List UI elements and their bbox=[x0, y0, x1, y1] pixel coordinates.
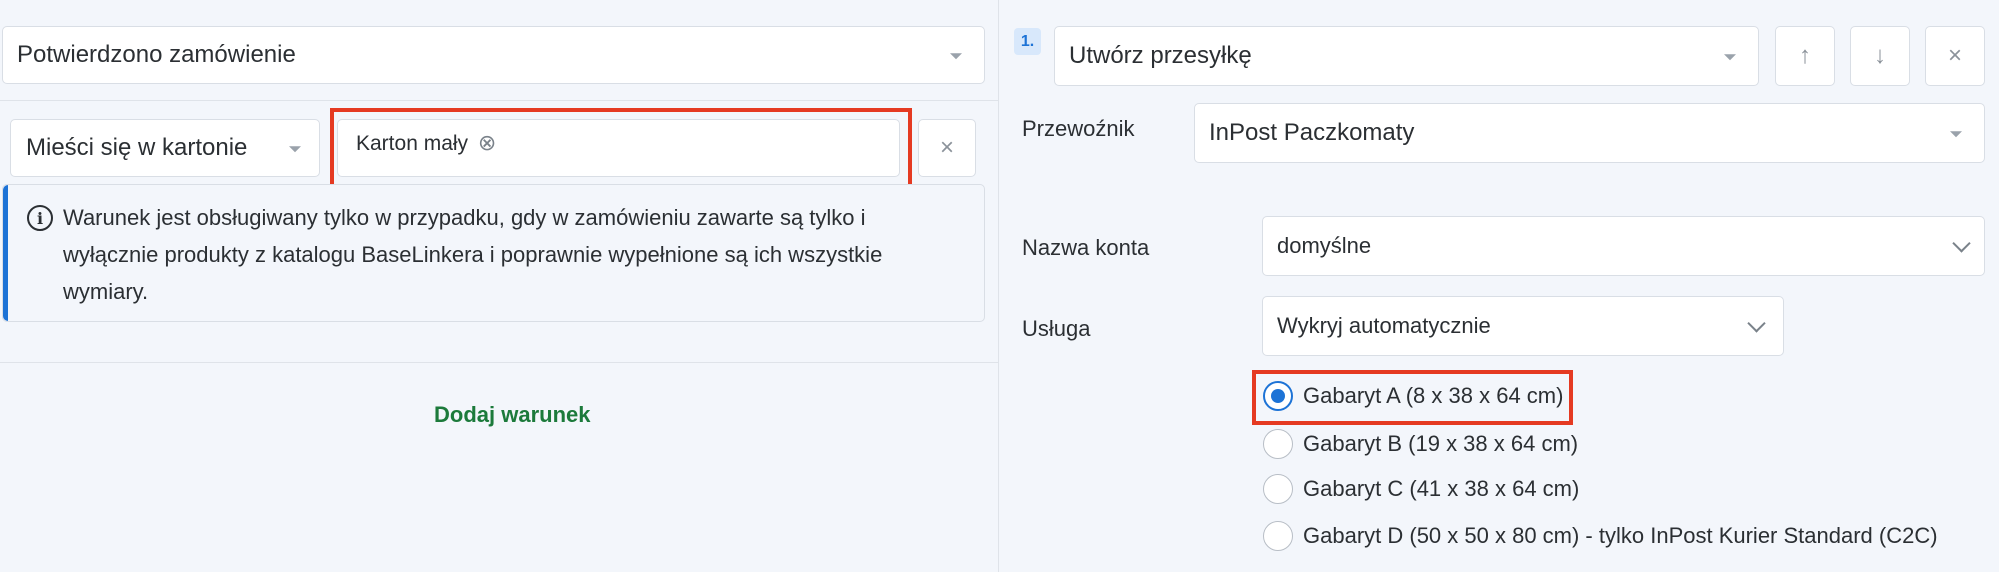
info-line: wyłącznie produkty z katalogu BaseLinker… bbox=[63, 242, 883, 267]
size-c-radio[interactable] bbox=[1263, 474, 1293, 504]
remove-action-button[interactable]: × bbox=[1925, 26, 1985, 86]
move-up-button[interactable]: ↑ bbox=[1775, 26, 1835, 86]
highlight-box bbox=[1252, 370, 1573, 425]
trigger-select-value: Potwierdzono zamówienie bbox=[17, 41, 296, 68]
action-select-value: Utwórz przesyłkę bbox=[1069, 42, 1252, 69]
info-box: i Warunek jest obsługiwany tylko w przyp… bbox=[2, 184, 985, 322]
divider bbox=[0, 100, 998, 101]
caret-down-icon bbox=[950, 53, 962, 60]
highlight-box bbox=[330, 108, 912, 190]
service-select[interactable]: Wykryj automatycznie bbox=[1262, 296, 1784, 356]
close-icon: × bbox=[1947, 42, 1962, 69]
trigger-select[interactable]: Potwierdzono zamówienie bbox=[2, 26, 985, 84]
condition-type-select[interactable]: Mieści się w kartonie bbox=[10, 119, 320, 177]
account-select[interactable]: domyślne bbox=[1262, 216, 1985, 276]
info-accent bbox=[3, 185, 8, 321]
info-icon: i bbox=[27, 205, 53, 231]
size-d-label[interactable]: Gabaryt D (50 x 50 x 80 cm) - tylko InPo… bbox=[1303, 523, 1938, 549]
size-b-label[interactable]: Gabaryt B (19 x 38 x 64 cm) bbox=[1303, 431, 1578, 457]
remove-condition-button[interactable]: × bbox=[918, 119, 976, 177]
size-c-label[interactable]: Gabaryt C (41 x 38 x 64 cm) bbox=[1303, 476, 1579, 502]
carrier-select-value: InPost Paczkomaty bbox=[1209, 119, 1415, 146]
caret-down-icon bbox=[1950, 131, 1962, 138]
caret-down-icon bbox=[289, 146, 301, 153]
info-text: Warunek jest obsługiwany tylko w przypad… bbox=[63, 199, 963, 310]
move-down-button[interactable]: ↓ bbox=[1850, 26, 1910, 86]
divider bbox=[0, 362, 998, 363]
carrier-label: Przewoźnik bbox=[1022, 116, 1135, 141]
condition-type-value: Mieści się w kartonie bbox=[26, 134, 248, 161]
chevron-down-icon bbox=[1952, 234, 1971, 253]
account-select-value: domyślne bbox=[1277, 233, 1372, 258]
account-label: Nazwa konta bbox=[1022, 235, 1150, 260]
info-line: wymiary. bbox=[63, 279, 149, 304]
close-icon: × bbox=[939, 134, 954, 161]
action-select[interactable]: Utwórz przesyłkę bbox=[1054, 26, 1759, 86]
arrow-up-icon: ↑ bbox=[1799, 42, 1811, 69]
info-line: Warunek jest obsługiwany tylko w przypad… bbox=[63, 205, 866, 230]
caret-down-icon bbox=[1724, 54, 1736, 61]
service-label: Usługa bbox=[1022, 316, 1091, 341]
size-b-radio[interactable] bbox=[1263, 429, 1293, 459]
add-condition-link[interactable]: Dodaj warunek bbox=[434, 402, 590, 428]
size-d-radio[interactable] bbox=[1263, 521, 1293, 551]
service-select-value: Wykryj automatycznie bbox=[1277, 313, 1491, 338]
chevron-down-icon bbox=[1747, 314, 1766, 333]
step-number-badge: 1. bbox=[1014, 28, 1041, 55]
carrier-select[interactable]: InPost Paczkomaty bbox=[1194, 103, 1985, 163]
panel-divider bbox=[998, 0, 999, 572]
arrow-down-icon: ↓ bbox=[1874, 42, 1886, 69]
